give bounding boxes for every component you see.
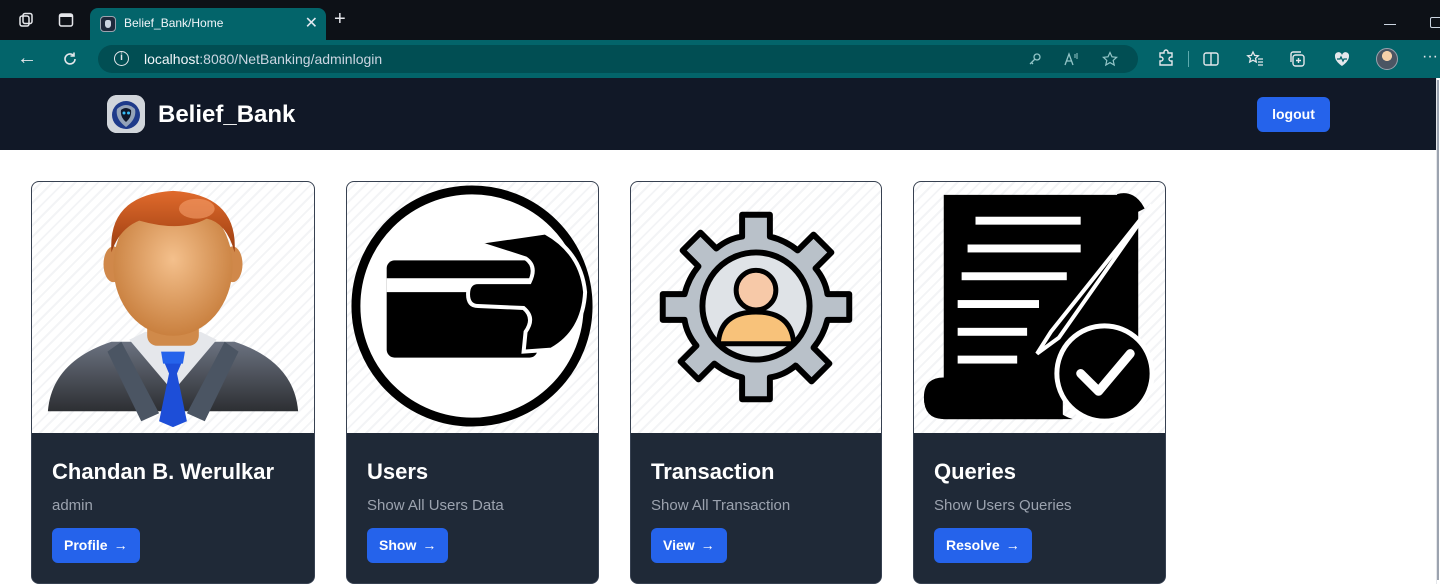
card-body: Users Show All Users Data Show → <box>347 433 598 583</box>
queries-card: Queries Show Users Queries Resolve → <box>913 181 1166 584</box>
favorite-star-icon[interactable] <box>1102 51 1118 67</box>
logout-button[interactable]: logout <box>1257 97 1330 132</box>
credit-card-hand-icon <box>351 185 593 427</box>
collections-icon[interactable] <box>1289 50 1307 68</box>
admin-role: admin <box>52 497 93 514</box>
settings-more-icon[interactable]: ··· <box>1422 48 1438 66</box>
tab-close-icon[interactable]: ✕ <box>305 13 318 33</box>
card-body: Queries Show Users Queries Resolve → <box>914 433 1165 583</box>
resolve-button-label: Resolve <box>946 537 1000 553</box>
view-transaction-button[interactable]: View → <box>651 528 727 563</box>
tab-title: Belief_Bank/Home <box>124 16 224 30</box>
read-aloud-icon[interactable] <box>1064 52 1080 66</box>
arrow-right-icon: → <box>113 537 128 553</box>
users-card: Users Show All Users Data Show → <box>346 181 599 584</box>
app-header: Belief_Bank logout <box>0 78 1436 150</box>
profile-button[interactable]: Profile → <box>52 528 140 563</box>
arrow-right-icon: → <box>1005 537 1020 553</box>
transaction-image <box>631 182 881 433</box>
window-maximize-icon[interactable] <box>1430 17 1440 28</box>
workspaces-icon[interactable] <box>18 12 34 28</box>
browser-essentials-icon[interactable] <box>1333 50 1351 68</box>
arrow-right-icon: → <box>422 537 437 553</box>
window-minimize-icon[interactable] <box>1384 24 1396 25</box>
browser-tab-active[interactable]: Belief_Bank/Home ✕ <box>90 8 326 40</box>
show-button-label: Show <box>379 537 417 553</box>
transaction-title: Transaction <box>651 459 775 484</box>
queries-description: Show Users Queries <box>934 497 1072 514</box>
url-field[interactable]: i localhost:8080/NetBanking/adminlogin <box>98 45 1138 73</box>
key-icon[interactable] <box>1028 52 1042 66</box>
view-button-label: View <box>663 537 695 553</box>
users-description: Show All Users Data <box>367 497 504 514</box>
queries-title: Queries <box>934 459 1016 484</box>
favorites-icon[interactable] <box>1246 50 1264 68</box>
user-gear-icon <box>659 211 853 403</box>
users-title: Users <box>367 459 429 484</box>
admin-image <box>32 182 314 433</box>
transaction-description: Show All Transaction <box>651 497 791 514</box>
queries-image <box>914 182 1165 433</box>
url-text: localhost:8080/NetBanking/adminlogin <box>144 51 382 67</box>
extensions-icon[interactable] <box>1157 49 1175 67</box>
admin-profile-card: Chandan B. Werulkar admin Profile → <box>31 181 315 584</box>
profile-avatar-icon[interactable] <box>1376 48 1398 70</box>
bank-logo-icon <box>107 95 145 133</box>
site-info-icon[interactable]: i <box>114 51 129 66</box>
brand-name[interactable]: Belief_Bank <box>158 101 295 129</box>
card-body: Transaction Show All Transaction View → <box>631 433 881 583</box>
users-image <box>347 182 598 433</box>
transaction-card: Transaction Show All Transaction View → <box>630 181 882 584</box>
tab-actions-icon[interactable] <box>58 12 74 28</box>
browser-address-bar: ← i localhost:8080/NetBanking/adminlogin <box>0 40 1440 78</box>
show-users-button[interactable]: Show → <box>367 528 449 563</box>
split-screen-icon[interactable] <box>1202 50 1220 68</box>
profile-button-label: Profile <box>64 537 108 553</box>
browser-tab-strip: Belief_Bank/Home ✕ + <box>0 0 1440 40</box>
document-check-icon <box>923 193 1155 424</box>
refresh-icon[interactable] <box>62 51 78 67</box>
toolbar-divider <box>1188 51 1189 67</box>
card-body: Chandan B. Werulkar admin Profile → <box>32 433 314 583</box>
resolve-queries-button[interactable]: Resolve → <box>934 528 1032 563</box>
admin-avatar-icon <box>47 190 299 428</box>
admin-name: Chandan B. Werulkar <box>52 459 275 484</box>
arrow-right-icon: → <box>700 537 715 553</box>
site-favicon-icon <box>100 16 116 32</box>
url-path: :8080/NetBanking/adminlogin <box>199 51 383 67</box>
new-tab-button[interactable]: + <box>334 8 346 31</box>
back-icon[interactable]: ← <box>17 47 37 70</box>
page-scrollbar-thumb[interactable] <box>1437 80 1439 580</box>
url-host: localhost <box>144 51 200 67</box>
